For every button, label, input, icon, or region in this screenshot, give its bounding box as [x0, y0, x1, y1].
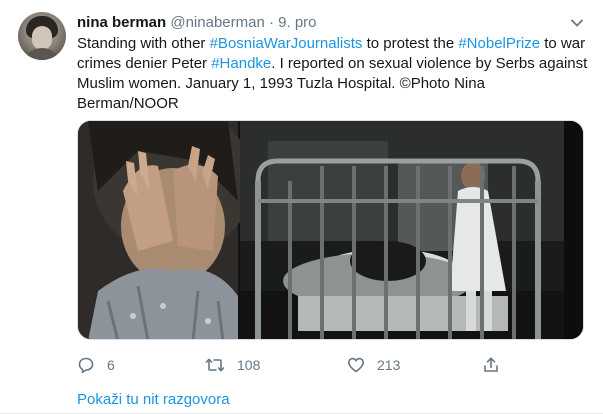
hashtag-link[interactable]: #BosniaWarJournalists	[210, 35, 363, 52]
tweet-actions: 6 108 213	[77, 354, 517, 376]
hashtag-link[interactable]: #Handke	[211, 55, 271, 72]
hashtag-link[interactable]: #NobelPrize	[458, 35, 540, 52]
author-name[interactable]: nina berman	[77, 14, 166, 31]
like-button[interactable]: 213	[347, 354, 400, 376]
retweet-icon	[205, 358, 225, 372]
tweet-header: nina berman @ninaberman · 9. pro	[77, 13, 317, 33]
header-separator: ·	[268, 14, 274, 31]
like-count: 213	[377, 357, 401, 373]
photo-hospital-bed[interactable]	[240, 121, 584, 340]
tweet-text: Standing with other #BosniaWarJournalist…	[77, 34, 589, 114]
tweet-text-segment: Standing with other	[77, 35, 210, 52]
show-thread-link[interactable]: Pokaži tu nit razgovora	[77, 390, 230, 410]
heart-icon	[348, 357, 364, 373]
reply-button[interactable]: 6	[77, 354, 115, 376]
photo-woman-covering-face[interactable]	[78, 121, 253, 340]
author-handle[interactable]: @ninaberman	[170, 14, 264, 31]
reply-count: 6	[107, 357, 115, 373]
tweet-date[interactable]: 9. pro	[278, 14, 316, 31]
avatar-shirt	[22, 48, 62, 60]
share-icon	[484, 357, 498, 372]
chevron-down-icon[interactable]	[568, 14, 586, 32]
avatar[interactable]	[18, 12, 66, 60]
reply-icon	[78, 357, 94, 374]
retweet-button[interactable]: 108	[205, 354, 260, 376]
tweet-text-segment: to protest the	[362, 35, 459, 52]
avatar-face	[32, 26, 52, 50]
share-button[interactable]	[482, 354, 500, 376]
tweet-media[interactable]	[77, 120, 584, 340]
retweet-count: 108	[237, 357, 261, 373]
tweet[interactable]: nina berman @ninaberman · 9. pro Standin…	[0, 0, 603, 414]
